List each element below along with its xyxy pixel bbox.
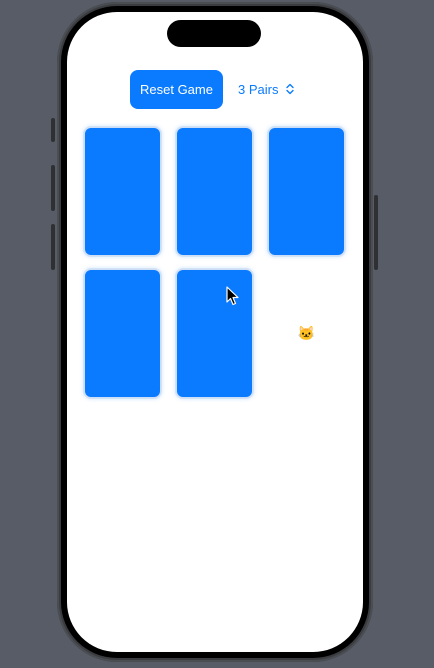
volume-up-button	[51, 165, 55, 211]
power-button	[374, 195, 378, 270]
volume-down-button	[51, 224, 55, 270]
cursor-arrow-icon	[226, 286, 239, 306]
card-5[interactable]	[177, 270, 252, 397]
silent-switch	[51, 118, 55, 142]
card-grid: 🐱	[67, 12, 363, 652]
app-screen: Reset Game 3 Pairs 🐱	[67, 12, 363, 652]
card-4[interactable]	[85, 270, 160, 397]
card-1[interactable]	[85, 128, 160, 255]
card-3[interactable]	[269, 128, 344, 255]
card-6[interactable]: 🐱	[269, 270, 344, 397]
card-2[interactable]	[177, 128, 252, 255]
card-emoji: 🐱	[297, 325, 316, 341]
